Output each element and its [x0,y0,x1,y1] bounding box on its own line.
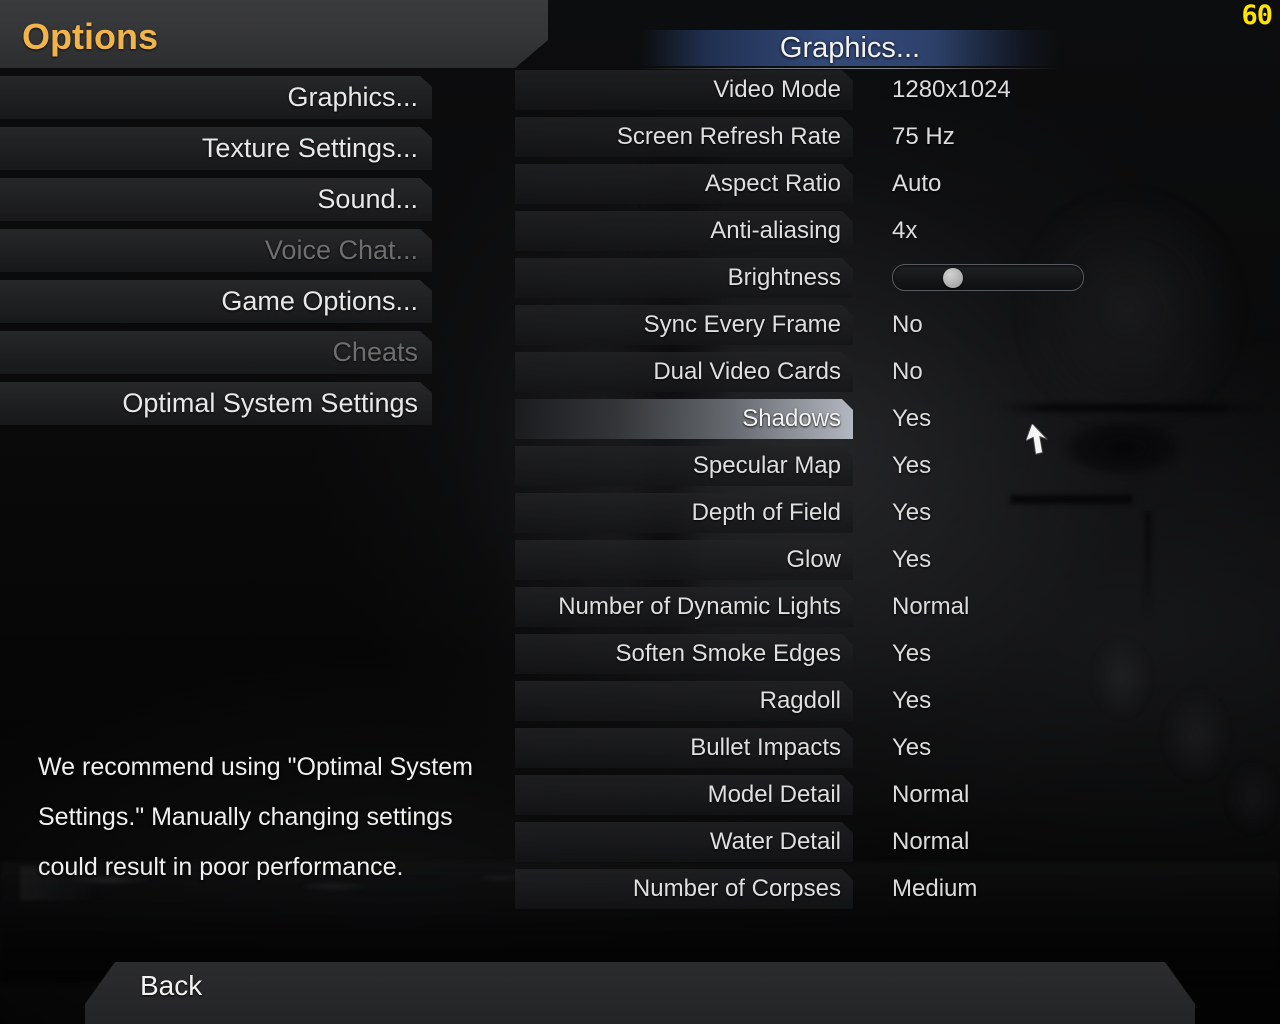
setting-label: Aspect Ratio [704,170,841,197]
page-title: Options [22,16,158,57]
sidebar-item-label: Graphics... [287,82,418,112]
setting-row[interactable]: Soften Smoke Edges Yes [515,634,1215,674]
settings-list: Video Mode 1280x1024 Screen Refresh Rate 75… [515,70,1215,916]
setting-label: Screen Refresh Rate [616,123,841,150]
setting-row[interactable]: Brightness [515,258,1215,298]
setting-value[interactable]: Yes [892,399,931,439]
setting-value[interactable]: Yes [892,540,931,580]
setting-value[interactable]: Yes [892,446,931,486]
setting-value[interactable]: Auto [892,164,941,204]
setting-row[interactable]: Model Detail Normal [515,775,1215,815]
setting-value[interactable]: Normal [892,822,969,862]
setting-row[interactable]: Shadows Yes [515,399,1215,439]
setting-label: Water Detail [709,828,841,855]
setting-label: Shadows [742,405,841,432]
sidebar-item-sound[interactable]: Sound... [0,178,432,221]
setting-label: Anti-aliasing [710,217,841,244]
setting-label: Specular Map [692,452,841,479]
panel-title: Graphics... [779,31,921,64]
setting-value[interactable]: 1280x1024 [892,70,1011,110]
setting-value[interactable]: No [892,305,923,345]
setting-row[interactable]: Bullet Impacts Yes [515,728,1215,768]
setting-label: Depth of Field [691,499,841,526]
setting-row[interactable]: Anti-aliasing 4x [515,211,1215,251]
setting-row[interactable]: Number of Dynamic Lights Normal [515,587,1215,627]
setting-label: Brightness [727,264,841,291]
setting-value[interactable]: 75 Hz [892,117,955,157]
sidebar-item-label: Texture Settings... [201,133,418,163]
panel-header-underline [640,68,1060,69]
sidebar-item-texture-settings[interactable]: Texture Settings... [0,127,432,170]
setting-label: Soften Smoke Edges [615,640,841,667]
setting-label: Number of Dynamic Lights [558,593,841,620]
setting-row[interactable]: Sync Every Frame No [515,305,1215,345]
setting-value[interactable]: Medium [892,869,977,909]
setting-row[interactable]: Glow Yes [515,540,1215,580]
setting-label: Sync Every Frame [643,311,841,338]
setting-label: Glow [786,546,841,573]
setting-label: Video Mode [713,76,841,103]
setting-value[interactable]: No [892,352,923,392]
setting-row[interactable]: Ragdoll Yes [515,681,1215,721]
setting-label: Bullet Impacts [690,734,841,761]
slider-track [892,264,1084,291]
setting-value[interactable]: 4x [892,211,917,251]
setting-row[interactable]: Water Detail Normal [515,822,1215,862]
setting-row[interactable]: Video Mode 1280x1024 [515,70,1215,110]
setting-label: Number of Corpses [632,875,841,902]
panel-header: Graphics... [640,30,1060,69]
setting-value[interactable]: Normal [892,775,969,815]
setting-row[interactable]: Dual Video Cards No [515,352,1215,392]
slider-knob[interactable] [943,267,964,288]
setting-value[interactable]: Normal [892,587,969,627]
setting-row[interactable]: Aspect Ratio Auto [515,164,1215,204]
setting-value[interactable]: Yes [892,681,931,721]
brightness-slider[interactable] [892,264,1084,291]
recommendation-text: We recommend using "Optimal System Setti… [38,753,473,881]
sidebar-item-label: Sound... [317,184,418,214]
setting-value[interactable]: Yes [892,728,931,768]
sidebar-item-optimal-system-settings[interactable]: Optimal System Settings [0,382,432,425]
footer-bar [85,962,1195,1024]
setting-label: Model Detail [707,781,841,808]
setting-row[interactable]: Screen Refresh Rate 75 Hz [515,117,1215,157]
setting-value[interactable]: Yes [892,493,931,533]
game-options-screen: 60 Options Graphics... Texture Settings..… [0,0,1280,1024]
setting-row[interactable]: Depth of Field Yes [515,493,1215,533]
setting-label: Dual Video Cards [653,358,841,385]
sidebar-item-label: Voice Chat... [264,235,418,265]
sidebar-menu: Graphics... Texture Settings... Sound... Vo… [0,76,432,433]
sidebar-item-game-options[interactable]: Game Options... [0,280,432,323]
sidebar-item-graphics[interactable]: Graphics... [0,76,432,119]
fps-counter: 60 [1241,0,1273,31]
setting-label: Ragdoll [759,687,841,714]
back-button[interactable]: Back [140,970,202,1002]
setting-value[interactable]: Yes [892,634,931,674]
sidebar-item-voice-chat: Voice Chat... [0,229,432,272]
sidebar-item-label: Game Options... [221,286,418,316]
setting-row[interactable]: Specular Map Yes [515,446,1215,486]
sidebar-item-label: Optimal System Settings [122,388,418,418]
sidebar-item-cheats: Cheats [0,331,432,374]
setting-row[interactable]: Number of Corpses Medium [515,869,1215,909]
sidebar-item-label: Cheats [332,337,418,367]
